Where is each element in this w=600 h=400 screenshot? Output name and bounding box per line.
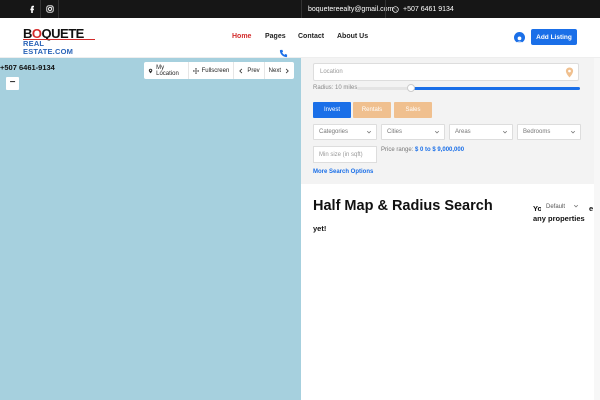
chevron-left-icon [239,68,243,73]
cities-select[interactable]: Cities [381,124,445,140]
map-phone-text: +507 6461-9134 [0,63,55,72]
search-form: Location Radius: 10 miles Invest Rentals… [301,58,600,184]
whatsapp-icon [392,5,399,13]
bedrooms-select[interactable]: Bedrooms [517,124,581,140]
price-range[interactable]: Price range: $ 0 to $ 9,000,000 [381,147,464,153]
no-properties-text-end: e [589,204,594,213]
fullscreen-button[interactable]: Fullscreen [189,62,235,79]
chevron-down-icon [434,130,440,134]
phone-icon[interactable] [279,49,288,58]
areas-label: Areas [455,129,471,135]
add-listing-button[interactable]: Add Listing [531,29,577,45]
location-pin-icon[interactable] [565,67,574,78]
sort-label: Default [546,203,566,210]
price-range-label: Price range: [381,147,414,153]
my-location-button[interactable]: My Location [144,62,189,79]
nav-about-us[interactable]: About Us [337,33,368,40]
map-area[interactable]: +507 6461-9134 − My Location Fullscreen … [0,58,301,400]
facebook-link[interactable] [23,0,41,18]
cities-label: Cities [387,129,403,135]
facebook-icon [29,5,34,13]
search-results-panel: Location Radius: 10 miles Invest Rentals… [301,58,600,400]
tab-invest[interactable]: Invest [313,102,351,118]
instagram-icon [45,5,54,13]
top-bar: boquetereealty@gmail.com +507 6461 9134 [0,0,600,18]
radius-slider[interactable] [357,84,580,92]
min-size-placeholder: Min size (in sqft) [319,151,363,158]
email-text: boquetereealty@gmail.com [308,5,394,13]
radius-fill [410,87,580,90]
min-size-input[interactable]: Min size (in sqft) [313,146,377,163]
chevron-down-icon [502,130,508,134]
location-input[interactable]: Location [313,63,579,81]
more-search-options-link[interactable]: More Search Options [313,169,373,175]
next-button[interactable]: Next [265,62,294,79]
nav-home[interactable]: Home [232,33,251,40]
radius-label: Radius: 10 miles [313,85,358,91]
site-header: BOQUETE REAL ESTATE.COM Home Pages Conta… [0,18,600,58]
fullscreen-label: Fullscreen [201,67,230,74]
categories-select[interactable]: Categories [313,124,377,140]
chevron-right-icon [285,68,289,73]
logo-word-sub: REAL ESTATE.COM [23,39,74,56]
chevron-down-icon [570,130,576,134]
no-properties-text-line3: yet! [313,224,327,233]
radius-slider-handle[interactable] [406,84,415,92]
price-range-value: $ 0 to $ 9,000,000 [415,147,465,153]
sort-select[interactable]: Default [541,200,581,213]
fullscreen-icon [192,67,199,74]
chevron-down-icon [366,130,372,134]
page-title: Half Map & Radius Search [313,198,493,214]
my-location-label: My Location [156,64,179,77]
tab-sales[interactable]: Sales [394,102,432,118]
nav-pages[interactable]: Pages [265,33,286,40]
chevron-down-icon [573,204,579,208]
categories-label: Categories [319,129,349,135]
prev-button[interactable]: Prev [234,62,265,79]
user-account-icon[interactable] [514,32,525,43]
bedrooms-label: Bedrooms [523,129,551,135]
prev-label: Prev [247,67,260,74]
map-controls: My Location Fullscreen Prev Next [144,62,294,79]
phone-text: +507 6461 9134 [403,5,454,13]
areas-select[interactable]: Areas [449,124,513,140]
nav-contact[interactable]: Contact [298,33,324,40]
no-properties-text-line2: any properties [533,214,585,223]
page-scrollbar[interactable] [594,58,600,400]
instagram-link[interactable] [41,0,59,18]
site-logo[interactable]: BOQUETE REAL ESTATE.COM [23,27,95,56]
phone-link[interactable]: +507 6461 9134 [385,0,460,18]
location-placeholder: Location [320,69,343,75]
next-label: Next [268,67,281,74]
map-pin-icon [148,68,153,73]
tab-rentals[interactable]: Rentals [353,102,391,118]
zoom-out-button[interactable]: − [6,77,19,90]
